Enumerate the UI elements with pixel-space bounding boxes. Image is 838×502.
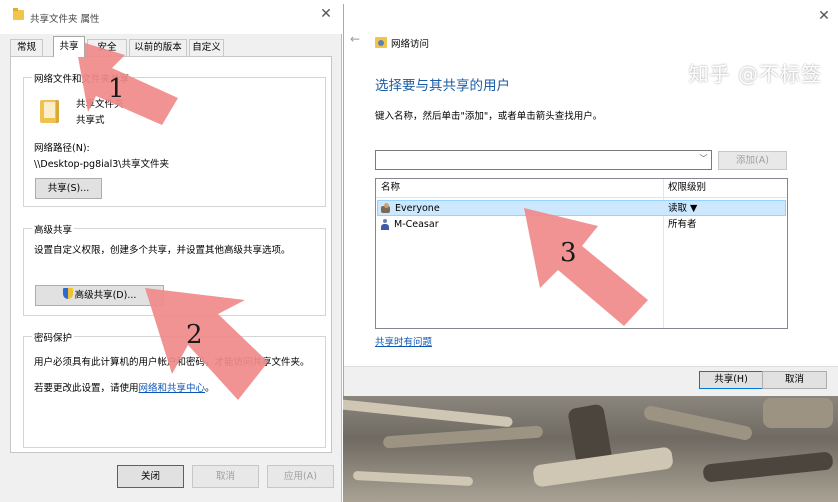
driftwood-branch [343,398,514,428]
close-button[interactable]: 关闭 [117,465,184,488]
group-icon [380,203,392,214]
advanced-sharing-button[interactable]: 高级共享(D)... [35,285,164,306]
tab-sharing[interactable]: 共享 [53,36,85,57]
properties-dialog: 共享文件夹 属性 ✕ 常规 共享 安全 以前的版本 自定义 网络文件和文件夹共享… [0,0,342,502]
driftwood-branch [382,425,544,449]
properties-title-bar: 共享文件夹 属性 ✕ [0,0,342,34]
tab-general[interactable]: 常规 [10,39,43,56]
annotation-label-3: 3 [560,238,577,268]
annotation-label-2: 2 [186,320,203,350]
password-protection-group: 密码保护 用户必须具有此计算机的用户帐户和密码，才能访问共享文件夹。 若要更改此… [23,330,326,448]
properties-title: 共享文件夹 属性 [30,14,100,25]
network-access-icon [375,37,387,48]
shared-folder-icon [40,100,59,123]
dialog-footer: 共享(H) 取消 [344,366,838,396]
close-icon[interactable]: ✕ [816,8,832,24]
cancel-button[interactable]: 取消 [192,465,259,488]
network-access-title: 网络访问 [391,39,430,50]
advanced-sharing-button-label: 高级共享(D)... [74,290,137,301]
user-name-combobox[interactable]: ﹀ [375,150,712,170]
network-sharing-group: 网络文件和文件夹共享 共享文件夹 共享式 网络路径(N): \\Desktop-… [23,71,326,207]
add-user-button[interactable]: 添加(A) [718,151,787,170]
change-setting-suffix: 。 [205,383,215,394]
annotation-label-1: 1 [108,74,125,104]
tab-security[interactable]: 安全 [87,39,127,56]
driftwood-stump [763,398,833,428]
permission-level: 所有者 [668,219,697,230]
folder-status: 共享式 [76,115,105,126]
driftwood-branch [642,404,754,442]
advanced-sharing-group: 高级共享 设置自定义权限，创建多个共享，并设置其他高级共享选项。 高级共享(D)… [23,222,326,316]
column-header-name[interactable]: 名称 [381,179,400,197]
driftwood-log [702,451,834,483]
share-button[interactable]: 共享(S)... [35,178,102,199]
column-header-permission-level[interactable]: 权限级别 [668,179,706,197]
group-label: 高级共享 [32,222,75,236]
network-path-label: 网络路径(N): [34,143,90,154]
instruction-text: 键入名称，然后单击"添加"，或者单击箭头查找用户。 [375,111,603,122]
background-photo [343,396,838,502]
folder-icon [13,8,24,20]
apply-button[interactable]: 应用(A) [267,465,334,488]
zhihu-watermark: 知乎 @不标签 [688,62,822,86]
user-name: Everyone [395,203,440,214]
list-item[interactable]: M-Ceasar 所有者 [377,217,786,233]
close-icon[interactable]: ✕ [318,6,334,22]
back-arrow-icon[interactable]: ← [350,32,360,46]
tab-customize[interactable]: 自定义 [189,39,224,56]
header-divider [376,197,787,198]
group-label: 密码保护 [32,330,75,344]
user-name: M-Ceasar [394,219,439,230]
chevron-down-icon[interactable]: ﹀ [699,154,708,164]
choose-users-heading: 选择要与其共享的用户 [375,78,510,94]
sharing-tab-panel: 网络文件和文件夹共享 共享文件夹 共享式 网络路径(N): \\Desktop-… [10,56,332,453]
change-setting-prefix: 若要更改此设置，请使用 [34,383,139,394]
sharing-trouble-link[interactable]: 共享时有问题 [375,334,432,348]
share-confirm-button[interactable]: 共享(H) [699,371,763,389]
user-icon [380,219,390,230]
tab-previous-versions[interactable]: 以前的版本 [129,39,187,56]
network-sharing-center-link[interactable]: 网络和共享中心 [139,383,206,394]
change-setting-text: 若要更改此设置，请使用网络和共享中心。 [34,380,215,394]
password-protection-description: 用户必须具有此计算机的用户帐户和密码，才能访问共享文件夹。 [34,357,310,368]
list-item[interactable]: Everyone 读取 ▼ [377,200,786,216]
user-permission-list: 名称 权限级别 Everyone 读取 ▼ M-Ceasar 所有者 [375,178,788,329]
advanced-sharing-description: 设置自定义权限，创建多个共享，并设置其他高级共享选项。 [34,245,291,256]
share-cancel-button[interactable]: 取消 [762,371,827,389]
network-path-value: \\Desktop-pg8ial3\共享文件夹 [34,159,169,170]
driftwood-branch [352,470,474,487]
shield-icon [62,288,73,299]
permission-level-dropdown[interactable]: 读取 ▼ [668,201,697,216]
